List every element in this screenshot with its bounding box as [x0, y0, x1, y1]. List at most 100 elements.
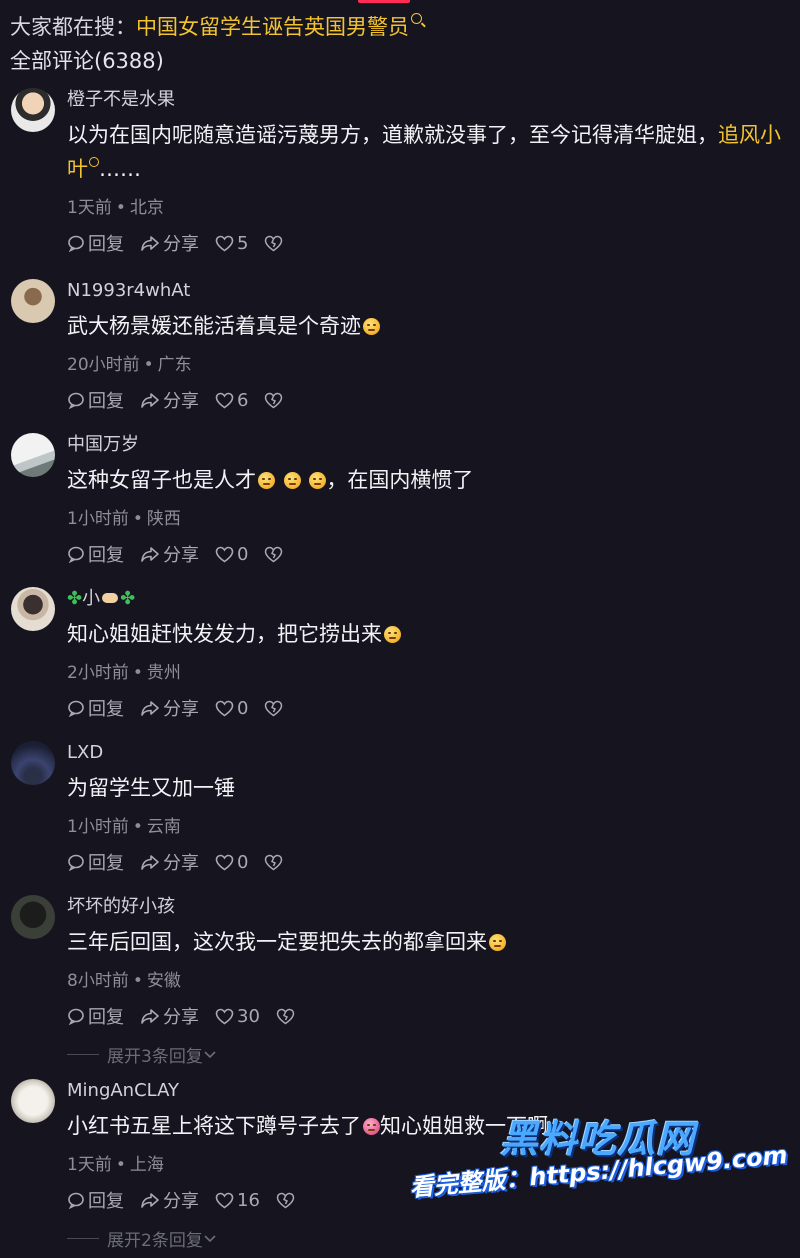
reply-button[interactable]: 回复 [67, 695, 124, 721]
heart-icon [215, 235, 234, 251]
heart-icon [215, 700, 234, 716]
share-icon [141, 1009, 159, 1024]
like-count: 6 [237, 389, 249, 411]
comment-time: 1天前 [67, 198, 112, 218]
reply-button[interactable]: 回复 [67, 1003, 124, 1029]
laugh-cry-emoji-icon [258, 472, 275, 489]
expand-replies-button[interactable]: 展开3条回复 [67, 1042, 786, 1067]
like-button[interactable]: 6 [215, 390, 248, 411]
comment-time: 1天前 [67, 1155, 112, 1175]
comment-actions: 回复 分享 5 [67, 231, 786, 255]
comment-location: 广东 [157, 355, 192, 375]
dislike-button[interactable] [264, 700, 286, 717]
comment-meta: 1小时前 • 陕西 [67, 509, 181, 529]
dislike-button[interactable] [264, 854, 286, 871]
share-button[interactable]: 分享 [140, 387, 199, 413]
dislike-button[interactable] [264, 546, 286, 563]
broken-heart-icon [265, 854, 283, 870]
share-icon [141, 1193, 159, 1208]
like-button[interactable]: 0 [215, 544, 248, 565]
comment-text: 这种女留子也是人才 ，在国内横惯了 [67, 463, 786, 497]
avatar[interactable] [11, 433, 55, 477]
reply-label: 回复 [88, 545, 124, 566]
share-label: 分享 [163, 1191, 199, 1212]
dislike-button[interactable] [264, 235, 286, 252]
trending-search-bar[interactable]: 大家都在搜：中国女留学生诬告英国男警员 [10, 12, 422, 42]
username[interactable]: MingAnCLAY [67, 1079, 786, 1103]
comment-meta: 20小时前 • 广东 [67, 355, 192, 375]
avatar[interactable] [11, 279, 55, 323]
pointing-hand-icon [102, 593, 119, 603]
share-button[interactable]: 分享 [140, 541, 199, 567]
broken-heart-icon [276, 1008, 295, 1024]
share-button[interactable]: 分享 [140, 230, 199, 256]
like-button[interactable]: 30 [215, 1006, 260, 1027]
comment-meta: 1小时前 • 云南 [67, 817, 181, 837]
username-row[interactable]: ✤小 ✤ [67, 587, 786, 611]
avatar[interactable] [11, 741, 55, 785]
share-label: 分享 [163, 545, 199, 566]
expand-replies-label: 展开3条回复 [107, 1047, 203, 1067]
share-icon [141, 393, 159, 408]
share-button[interactable]: 分享 [140, 1003, 199, 1029]
share-icon [141, 701, 159, 716]
broken-heart-icon [265, 546, 283, 562]
comment-actions: 回复 分享 0 [67, 850, 786, 874]
reply-button[interactable]: 回复 [67, 230, 124, 256]
username[interactable]: 小 [82, 588, 100, 609]
dislike-button[interactable] [276, 1192, 298, 1209]
reply-button[interactable]: 回复 [67, 1187, 124, 1213]
comment-time: 8小时前 [67, 971, 129, 991]
dislike-button[interactable] [264, 392, 286, 409]
share-button[interactable]: 分享 [140, 695, 199, 721]
comment-location: 陕西 [146, 509, 181, 529]
avatar[interactable] [11, 1079, 55, 1123]
share-button[interactable]: 分享 [140, 1187, 199, 1213]
like-count: 0 [237, 697, 249, 719]
dislike-button[interactable] [276, 1008, 298, 1025]
comment-text: 以为在国内呢随意造谣污蔑男方，道歉就没事了，至今记得清华腚姐，追风小叶…… [67, 118, 786, 186]
comment-text-body: 这种女留子也是人才 [67, 468, 256, 492]
comment-text-tail: ，在国内横惯了 [326, 468, 474, 492]
search-icon [411, 13, 422, 24]
trending-search-keyword[interactable]: 中国女留学生诬告英国男警员 [136, 15, 409, 39]
like-button[interactable]: 0 [215, 852, 248, 873]
username[interactable]: N1993r4whAt [67, 279, 786, 303]
trending-search-prefix: 大家都在搜： [10, 15, 136, 39]
broken-heart-icon [265, 700, 283, 716]
laugh-cry-emoji-icon [283, 472, 301, 489]
heart-icon [215, 1192, 234, 1208]
reply-button[interactable]: 回复 [67, 849, 124, 875]
reply-button[interactable]: 回复 [67, 541, 124, 567]
comment-meta: 2小时前 • 贵州 [67, 663, 181, 683]
avatar[interactable] [11, 88, 55, 132]
like-button[interactable]: 5 [215, 233, 248, 254]
share-button[interactable]: 分享 [140, 849, 199, 875]
reply-icon [68, 700, 84, 717]
expand-replies-button[interactable]: 展开2条回复 [67, 1226, 786, 1251]
reply-button[interactable]: 回复 [67, 387, 124, 413]
username[interactable]: 坏坏的好小孩 [67, 895, 786, 919]
share-label: 分享 [163, 234, 199, 255]
reply-label: 回复 [88, 699, 124, 720]
comment-time: 2小时前 [67, 663, 129, 683]
reply-icon [68, 854, 84, 871]
avatar[interactable] [11, 587, 55, 631]
share-icon [141, 547, 159, 562]
username[interactable]: 中国万岁 [67, 433, 786, 457]
comment-text-body: 三年后回国，这次我一定要把失去的都拿回来 [67, 930, 487, 954]
comment-text: 知心姐姐赶快发发力，把它捞出来 [67, 617, 786, 651]
comment-meta: 8小时前 • 安徽 [67, 971, 181, 991]
comment-text: 为留学生又加一锤 [67, 776, 235, 800]
username[interactable]: LXD [67, 741, 786, 765]
heart-icon [215, 1008, 234, 1024]
like-count: 0 [237, 543, 249, 565]
like-button[interactable]: 0 [215, 698, 248, 719]
like-button[interactable]: 16 [215, 1190, 260, 1211]
divider [67, 1238, 99, 1239]
avatar[interactable] [11, 895, 55, 939]
comment-time: 20小时前 [67, 355, 140, 375]
share-label: 分享 [163, 1007, 199, 1028]
username[interactable]: 橙子不是水果 [67, 88, 786, 112]
share-label: 分享 [163, 853, 199, 874]
